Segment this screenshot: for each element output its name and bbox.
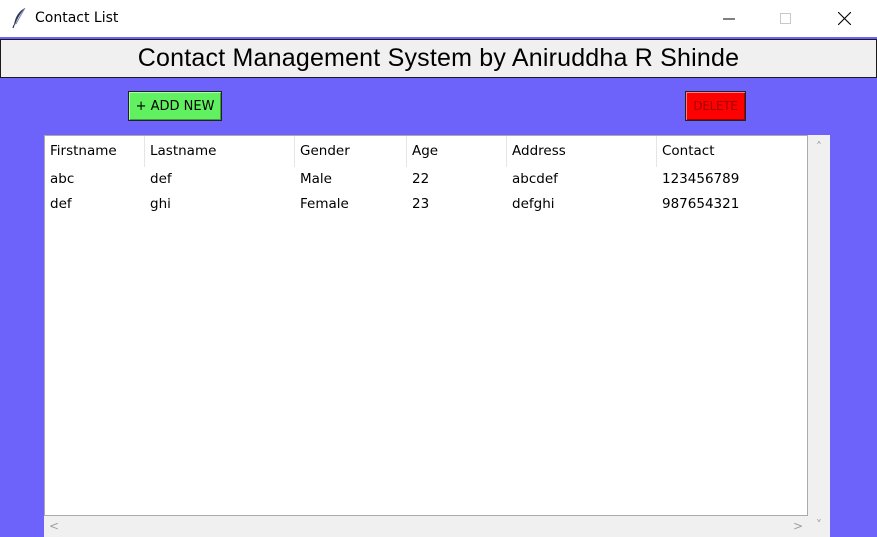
scroll-down-arrow-icon[interactable]: ˅ — [809, 515, 829, 535]
column-header-lastname[interactable]: Lastname — [145, 136, 295, 167]
feather-icon — [11, 7, 29, 29]
maximize-button[interactable] — [757, 0, 815, 37]
table-header: Firstname Lastname Gender Age Address Co… — [45, 136, 807, 167]
column-header-firstname[interactable]: Firstname — [45, 136, 145, 167]
table-row[interactable]: abc def Male 22 abcdef 123456789 — [45, 167, 807, 191]
add-new-button[interactable]: + ADD NEW — [128, 91, 222, 121]
cell-firstname: abc — [50, 171, 75, 187]
horizontal-scrollbar[interactable]: < > — [44, 516, 808, 537]
cell-gender: Female — [300, 196, 349, 212]
minimize-icon — [723, 18, 735, 19]
column-header-gender[interactable]: Gender — [295, 136, 407, 167]
cell-address: defghi — [512, 196, 555, 212]
cell-age: 23 — [412, 196, 430, 212]
delete-button[interactable]: DELETE — [685, 91, 746, 121]
column-header-address[interactable]: Address — [507, 136, 657, 167]
window-title: Contact List — [35, 10, 119, 26]
cell-gender: Male — [300, 171, 332, 187]
table-row[interactable]: def ghi Female 23 defghi 987654321 — [45, 192, 807, 216]
contacts-table[interactable]: Firstname Lastname Gender Age Address Co… — [44, 135, 808, 516]
scroll-up-arrow-icon[interactable]: ˄ — [809, 137, 829, 157]
scroll-right-arrow-icon[interactable]: > — [788, 516, 808, 536]
cell-address: abcdef — [512, 171, 558, 187]
header-banner: Contact Management System by Aniruddha R… — [0, 39, 877, 78]
close-icon — [837, 12, 851, 25]
window-titlebar: Contact List — [0, 0, 877, 37]
vertical-scrollbar[interactable]: ˄ ˅ — [808, 135, 830, 537]
minimize-button[interactable] — [700, 0, 758, 37]
cell-lastname: ghi — [150, 196, 171, 212]
column-header-contact[interactable]: Contact — [657, 136, 807, 167]
scroll-left-arrow-icon[interactable]: < — [44, 516, 64, 536]
maximize-icon — [780, 12, 791, 24]
cell-lastname: def — [150, 171, 172, 187]
cell-contact: 987654321 — [662, 196, 740, 212]
column-header-age[interactable]: Age — [407, 136, 507, 167]
cell-contact: 123456789 — [662, 171, 740, 187]
cell-age: 22 — [412, 171, 430, 187]
close-button[interactable] — [815, 0, 873, 37]
app-body: Contact Management System by Aniruddha R… — [0, 37, 877, 537]
cell-firstname: def — [50, 196, 72, 212]
page-title: Contact Management System by Aniruddha R… — [137, 44, 740, 72]
